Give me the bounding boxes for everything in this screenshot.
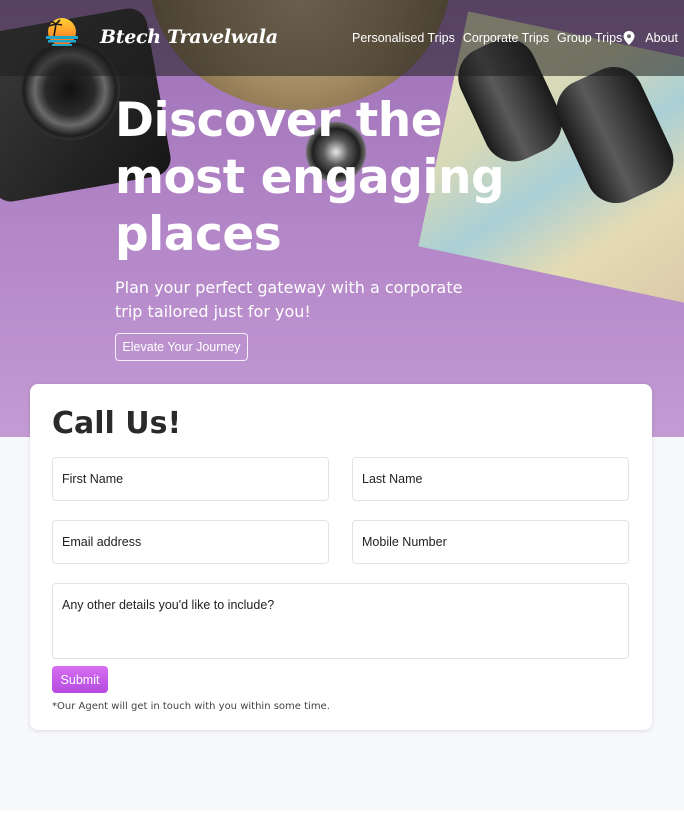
nav-item-corporate-trips[interactable]: Corporate Trips [463,31,549,45]
map-pin-icon[interactable] [623,31,635,45]
contact-form-card: Call Us! Submit *Our Agent will get in t… [30,384,652,730]
sunset-palm-logo-icon[interactable] [42,15,82,49]
mobile-number-field[interactable] [352,520,629,564]
brand-name[interactable]: Btech Travelwala [100,26,278,48]
footer-strip [0,811,684,824]
details-textarea[interactable] [52,583,629,659]
hero-title: Discover the most engaging places [115,93,505,262]
page: Btech Travelwala Personalised Trips Corp… [0,0,684,824]
navbar: Btech Travelwala Personalised Trips Corp… [0,0,684,76]
elevate-journey-button[interactable]: Elevate Your Journey [115,333,248,361]
form-title: Call Us! [52,406,182,441]
nav-item-group-trips[interactable]: Group Trips [557,31,622,45]
first-name-field[interactable] [52,457,329,501]
last-name-field[interactable] [352,457,629,501]
nav-item-about[interactable]: About [645,31,678,45]
nav-item-personalised-trips[interactable]: Personalised Trips [352,31,455,45]
hero-section: Btech Travelwala Personalised Trips Corp… [0,0,684,437]
email-field[interactable] [52,520,329,564]
agent-note: *Our Agent will get in touch with you wi… [52,701,330,712]
nav-links: Personalised Trips Corporate Trips Group… [352,31,684,45]
hero-subtitle: Plan your perfect gateway with a corpora… [115,278,463,321]
submit-button[interactable]: Submit [52,666,108,693]
